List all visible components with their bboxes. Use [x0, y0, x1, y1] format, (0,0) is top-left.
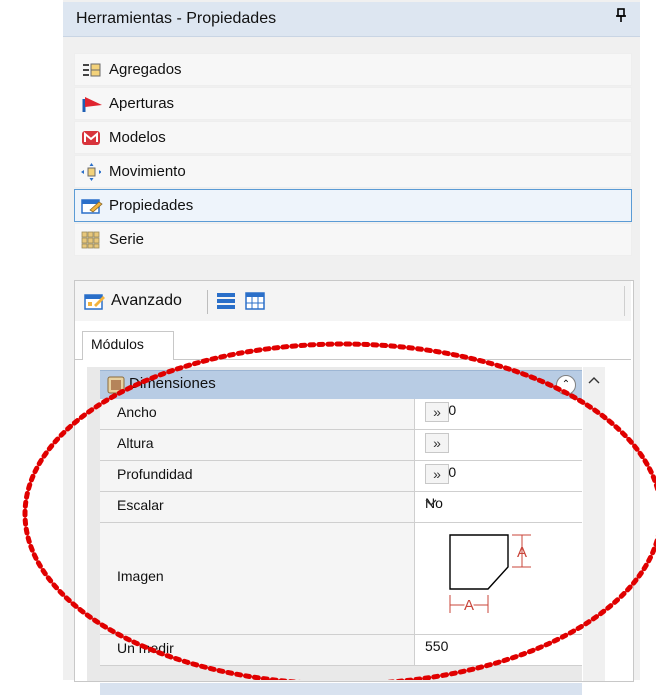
- property-name: Altura: [117, 435, 154, 451]
- tool-item-serie[interactable]: Serie: [74, 223, 632, 256]
- properties-panel: Herramientas - Propiedades Agregados Ape…: [63, 0, 640, 695]
- move-icon: [81, 163, 102, 181]
- toolbar-end-separator: [624, 286, 625, 316]
- tool-item-agregados[interactable]: Agregados: [74, 53, 632, 86]
- tab-strip: Módulos: [75, 323, 631, 360]
- table-view-icon[interactable]: [245, 291, 265, 315]
- properties-icon: [81, 197, 103, 215]
- vertical-scrollbar[interactable]: [583, 367, 605, 681]
- toolbar-separator: [207, 290, 208, 314]
- ancho-value-field[interactable]: 1000 »: [414, 399, 583, 429]
- tab-label: Módulos: [91, 336, 144, 352]
- tool-list: Agregados Aperturas Modelos Movimiento P…: [74, 53, 632, 257]
- property-row-profundidad: Profundidad 1000 »: [100, 461, 583, 492]
- tab-modulos[interactable]: Módulos: [82, 331, 174, 360]
- property-name: Escalar: [117, 497, 164, 513]
- property-name: Profundidad: [117, 466, 193, 482]
- tool-label: Serie: [109, 231, 145, 248]
- figure-bottom-label: A: [464, 597, 474, 614]
- more-button-icon[interactable]: »: [425, 402, 449, 422]
- panel-title-bar: Herramientas - Propiedades: [63, 2, 640, 37]
- profundidad-value-field[interactable]: 1000 »: [414, 461, 583, 491]
- property-name: Imagen: [117, 568, 164, 584]
- advanced-panel: Avanzado Módulos Dimensiones ⌃ Ancho » A…: [74, 280, 634, 695]
- tool-label: Agregados: [109, 61, 182, 78]
- escalar-select[interactable]: No: [414, 492, 583, 522]
- advanced-label[interactable]: Avanzado: [111, 292, 182, 310]
- tool-label: Modelos: [109, 129, 166, 146]
- property-name: Ancho: [117, 404, 157, 420]
- openings-icon: [81, 95, 102, 113]
- figure-top-label: A: [517, 544, 527, 561]
- scroll-up-icon[interactable]: [587, 373, 601, 388]
- un-medir-value-field[interactable]: 550: [414, 635, 583, 665]
- section-label: Dimensiones: [129, 375, 216, 392]
- collapse-icon[interactable]: ⌃: [556, 375, 576, 395]
- property-name: Un medir: [117, 640, 174, 656]
- series-icon: [81, 231, 101, 249]
- property-row-imagen: Imagen A A: [100, 523, 583, 635]
- models-icon: [81, 129, 101, 147]
- tool-item-aperturas[interactable]: Aperturas: [74, 87, 632, 120]
- property-row-ancho: Ancho 1000 »: [100, 399, 583, 430]
- more-button-icon[interactable]: »: [425, 433, 449, 453]
- section-dimensiones[interactable]: Dimensiones ⌃: [100, 370, 582, 399]
- panel-title: Herramientas - Propiedades: [76, 10, 277, 27]
- property-row-escalar: Escalar No: [100, 492, 583, 523]
- tool-label: Movimiento: [109, 163, 186, 180]
- tool-item-modelos[interactable]: Modelos: [74, 121, 632, 154]
- property-value: 550: [425, 638, 449, 654]
- pin-icon[interactable]: [616, 8, 626, 26]
- categorized-view-icon[interactable]: [216, 291, 236, 315]
- advanced-toolbar: Avanzado: [75, 281, 631, 321]
- tool-label: Aperturas: [109, 95, 175, 112]
- tool-item-movimiento[interactable]: Movimiento: [74, 155, 632, 188]
- tool-label: Propiedades: [109, 197, 194, 214]
- aggregates-icon: [81, 61, 101, 79]
- next-section-header[interactable]: [100, 683, 582, 695]
- property-row-un-medir: Un medir 550: [100, 635, 583, 666]
- imagen-preview[interactable]: A A: [414, 523, 583, 634]
- advanced-properties-icon[interactable]: [84, 291, 106, 315]
- tool-item-propiedades[interactable]: Propiedades: [74, 189, 632, 222]
- module-shape-figure: A A: [449, 534, 531, 616]
- property-grid: Dimensiones ⌃ Ancho 1000 » Altura 720 » …: [87, 367, 583, 695]
- chevron-down-icon[interactable]: [425, 495, 437, 506]
- altura-value-field[interactable]: 720 »: [414, 430, 583, 460]
- more-button-icon[interactable]: »: [425, 464, 449, 484]
- property-row-altura: Altura 720 »: [100, 430, 583, 461]
- dimensions-icon: [107, 376, 125, 398]
